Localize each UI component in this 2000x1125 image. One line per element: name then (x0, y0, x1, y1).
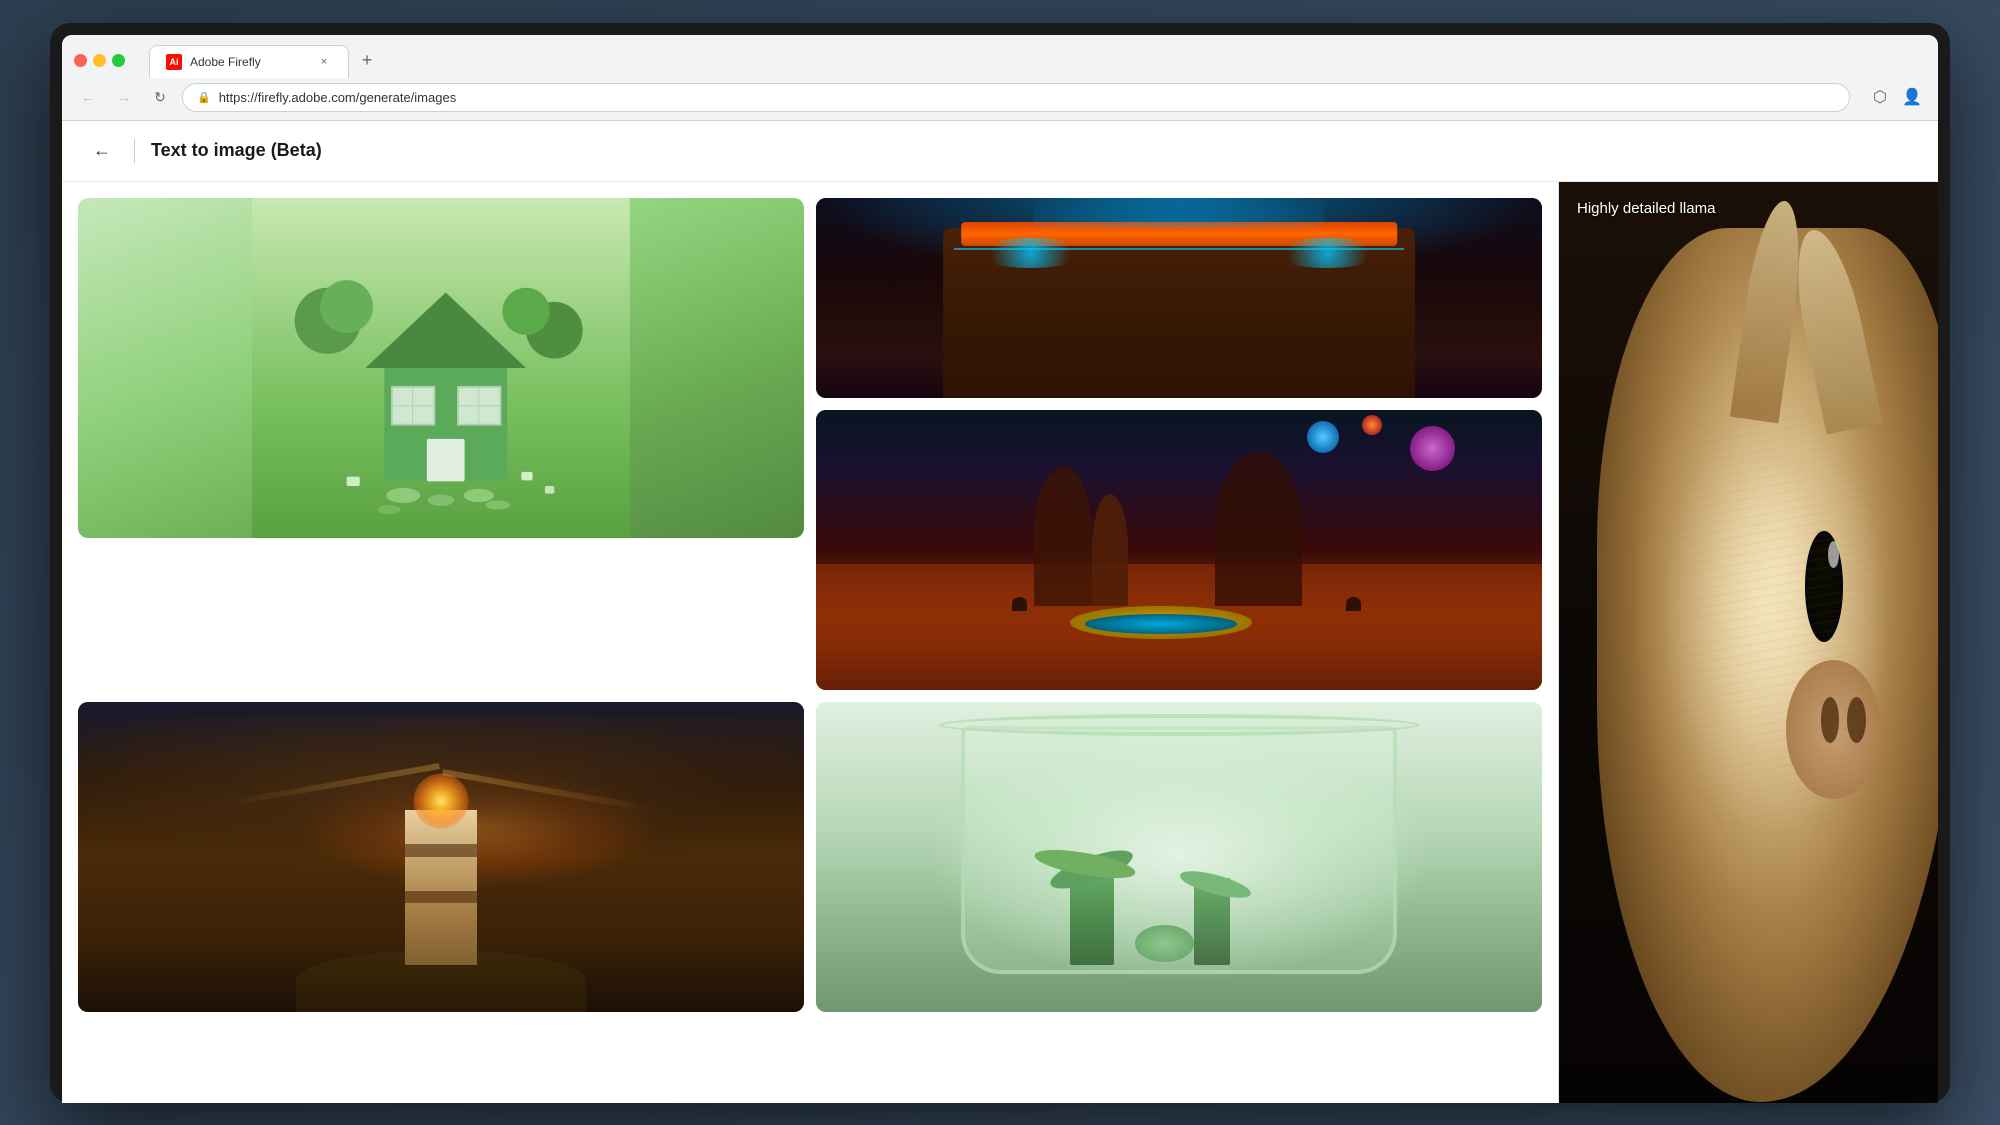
lighthouse-image-card[interactable] (78, 702, 804, 1012)
browser-window: Ai Adobe Firefly × + ← → ↻ 🔒 https://fir… (62, 35, 1938, 1103)
gallery-main (62, 182, 1558, 1103)
page-title: Text to image (Beta) (151, 140, 322, 161)
url-bar[interactable]: 🔒 https://firefly.adobe.com/generate/ima… (182, 83, 1850, 112)
tab-strip: Ai Adobe Firefly × + (149, 45, 1926, 77)
address-bar: ← → ↻ 🔒 https://firefly.adobe.com/genera… (62, 77, 1938, 120)
robot-image-card[interactable] (816, 198, 1542, 398)
right-column (816, 198, 1542, 690)
gallery-side-panel: Highly detailed llama (1558, 182, 1938, 1103)
maximize-button[interactable] (112, 54, 125, 67)
app-header: ← Text to image (Beta) (62, 121, 1938, 182)
tab-title: Adobe Firefly (190, 55, 308, 69)
gallery-container: Highly detailed llama (62, 182, 1938, 1103)
forward-nav-button[interactable]: → (110, 83, 138, 111)
back-nav-button[interactable]: ← (74, 83, 102, 111)
scifi-image-card[interactable] (816, 410, 1542, 690)
title-bar: Ai Adobe Firefly × + (62, 35, 1938, 77)
new-tab-button[interactable]: + (353, 47, 381, 75)
header-divider (134, 139, 135, 163)
jar-image-card[interactable] (816, 702, 1542, 1012)
traffic-lights (74, 54, 125, 67)
back-button[interactable]: ← (86, 135, 118, 167)
laptop-frame: Ai Adobe Firefly × + ← → ↻ 🔒 https://fir… (50, 23, 1950, 1103)
refresh-nav-button[interactable]: ↻ (146, 83, 174, 111)
close-button[interactable] (74, 54, 87, 67)
minimize-button[interactable] (93, 54, 106, 67)
llama-label: Highly detailed llama (1577, 200, 1715, 217)
adobe-favicon: Ai (166, 54, 182, 70)
browser-actions: ⬡ 👤 (1866, 83, 1926, 111)
app-content: ← Text to image (Beta) (62, 121, 1938, 1103)
house-image-card[interactable] (78, 198, 804, 538)
llama-image (1559, 182, 1938, 1103)
browser-chrome: Ai Adobe Firefly × + ← → ↻ 🔒 https://fir… (62, 35, 1938, 121)
tab-close-button[interactable]: × (316, 54, 332, 70)
lock-icon: 🔒 (197, 91, 211, 104)
active-tab[interactable]: Ai Adobe Firefly × (149, 45, 349, 78)
url-text: https://firefly.adobe.com/generate/image… (219, 90, 1835, 105)
extensions-icon[interactable]: ⬡ (1866, 83, 1894, 111)
profile-icon[interactable]: 👤 (1898, 83, 1926, 111)
